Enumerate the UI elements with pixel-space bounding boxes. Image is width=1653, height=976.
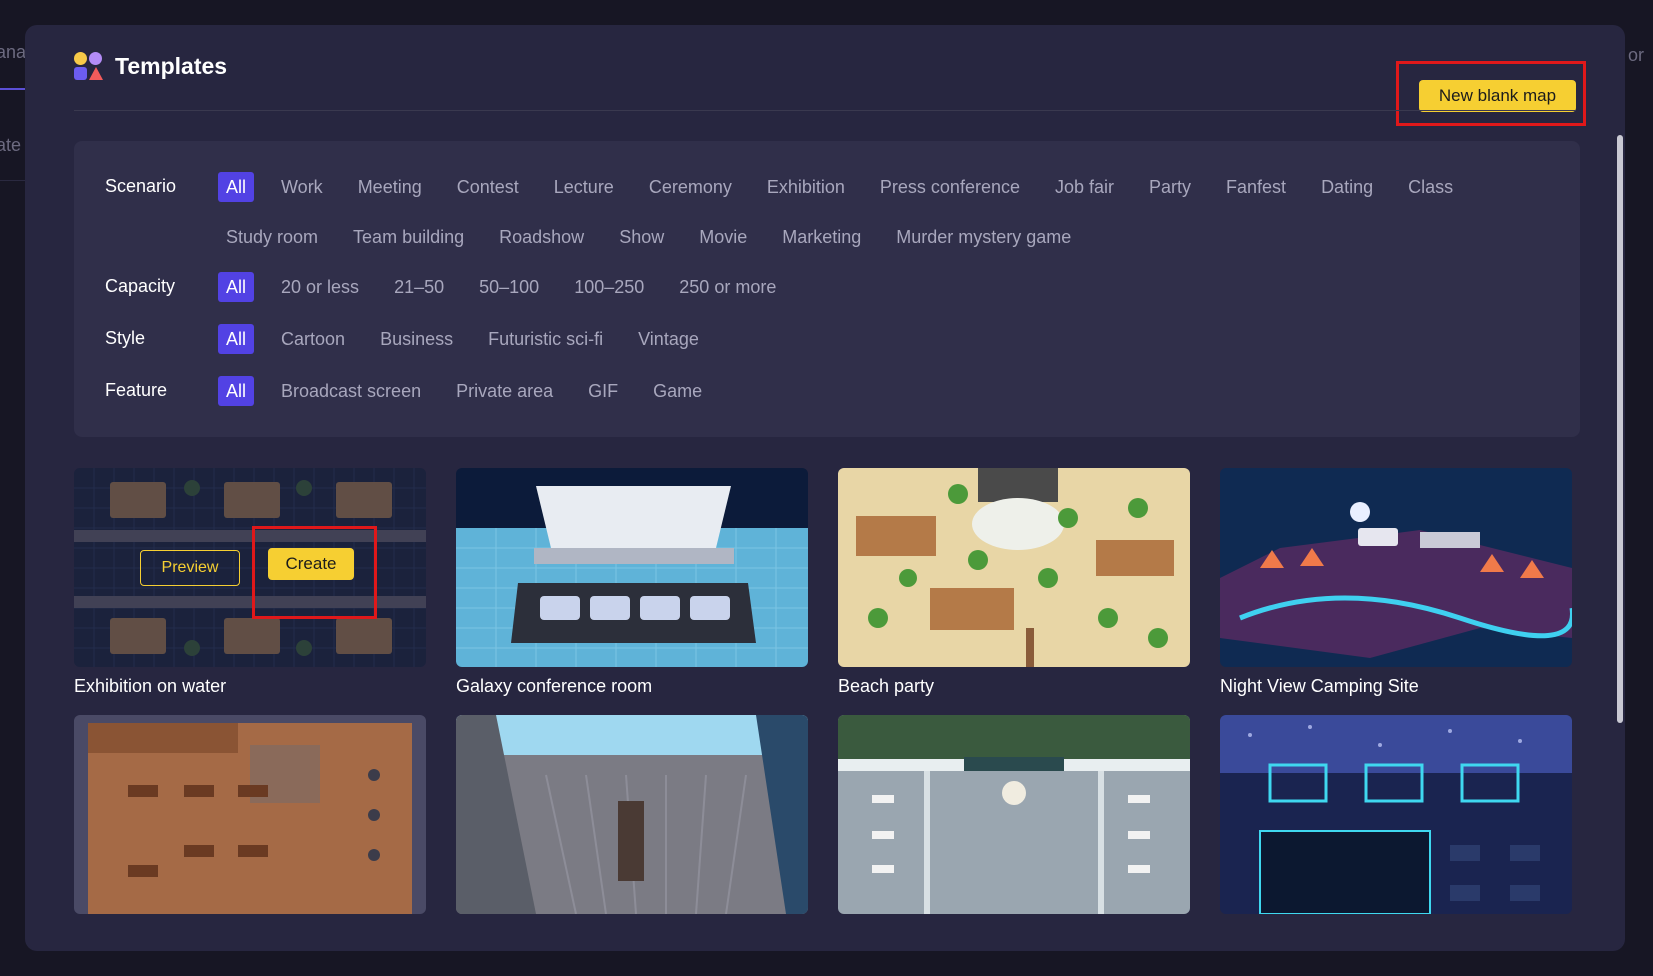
filter-option-gif[interactable]: GIF — [580, 376, 626, 406]
filter-option-team-building[interactable]: Team building — [345, 222, 472, 252]
background-divider — [0, 180, 25, 181]
template-name: Beach party — [838, 676, 935, 696]
templates-modal: Templates New blank map ✕ Scenario All Wo… — [25, 25, 1625, 951]
filter-option-study-room[interactable]: Study room — [218, 222, 326, 252]
filter-option-vintage[interactable]: Vintage — [630, 324, 707, 354]
filter-option-fanfest[interactable]: Fanfest — [1218, 172, 1294, 202]
filter-label-capacity: Capacity — [105, 276, 176, 296]
template-thumbnail[interactable]: Preview Create — [74, 468, 426, 667]
filter-label-feature: Feature — [105, 380, 168, 400]
modal-header: Templates New blank map ✕ — [74, 52, 1586, 126]
modal-title: Templates — [115, 53, 228, 79]
template-thumbnail[interactable] — [838, 468, 1190, 667]
filter-row-scenario-continued: Study room Team building Roadshow Show Movie… — [74, 222, 1580, 258]
filter-label-scenario: Scenario — [105, 176, 177, 196]
filter-option-party[interactable]: Party — [1141, 172, 1199, 202]
filter-row-scenario: Scenario All Work Meeting Contest Lecture Cer… — [74, 172, 1580, 208]
templates-logo-icon — [74, 52, 104, 82]
filter-option-style-all[interactable]: All — [218, 324, 255, 354]
filter-option-feature-all[interactable]: All — [218, 376, 255, 406]
header-divider — [74, 110, 1576, 111]
filter-option-class[interactable]: Class — [1400, 172, 1461, 202]
filter-row-style: Style All Cartoon Business Futuristic sci-f… — [74, 324, 1580, 360]
filter-option-50-100[interactable]: 50–100 — [471, 272, 547, 302]
filter-option-ceremony[interactable]: Ceremony — [641, 172, 740, 202]
preview-button[interactable]: Preview — [140, 550, 240, 586]
template-hover-overlay: Preview Create — [74, 468, 426, 667]
template-name: Night View Camping Site — [1220, 676, 1419, 696]
filter-row-feature: Feature All Broadcast screen Private area G… — [74, 376, 1580, 412]
filter-option-job-fair[interactable]: Job fair — [1047, 172, 1122, 202]
filter-option-100-250[interactable]: 100–250 — [566, 272, 652, 302]
filter-option-marketing[interactable]: Marketing — [774, 222, 869, 252]
template-thumbnail[interactable] — [74, 715, 426, 914]
modal-scrollbar[interactable] — [1617, 135, 1623, 723]
template-thumbnail[interactable] — [1220, 468, 1572, 667]
filter-option-press-conference[interactable]: Press conference — [872, 172, 1028, 202]
template-name: Galaxy conference room — [456, 676, 653, 696]
filter-option-cartoon[interactable]: Cartoon — [273, 324, 353, 354]
filter-option-private-area[interactable]: Private area — [448, 376, 561, 406]
create-button-highlight — [252, 526, 377, 619]
filter-option-contest[interactable]: Contest — [449, 172, 527, 202]
filter-option-scenario-all[interactable]: All — [218, 172, 255, 202]
template-thumbnail[interactable] — [1220, 715, 1572, 914]
template-thumbnail[interactable] — [456, 715, 808, 914]
filter-option-roadshow[interactable]: Roadshow — [491, 222, 592, 252]
filter-option-work[interactable]: Work — [273, 172, 331, 202]
filter-option-broadcast-screen[interactable]: Broadcast screen — [273, 376, 429, 406]
filter-option-movie[interactable]: Movie — [691, 222, 755, 252]
filter-option-21-50[interactable]: 21–50 — [386, 272, 452, 302]
background-text-2: ate — [0, 135, 22, 155]
filter-option-capacity-all[interactable]: All — [218, 272, 255, 302]
filter-option-250-or-more[interactable]: 250 or more — [671, 272, 784, 302]
new-blank-map-button[interactable]: New blank map — [1419, 80, 1576, 112]
filter-option-meeting[interactable]: Meeting — [350, 172, 430, 202]
filter-row-capacity: Capacity All 20 or less 21–50 50–100 100–250… — [74, 272, 1580, 308]
filter-option-exhibition[interactable]: Exhibition — [759, 172, 853, 202]
filter-option-game[interactable]: Game — [645, 376, 710, 406]
background-text-1: ana — [0, 42, 27, 62]
filter-option-business[interactable]: Business — [372, 324, 461, 354]
background-text-3: or — [1628, 45, 1645, 65]
background-tab-underline — [0, 88, 25, 90]
filter-option-show[interactable]: Show — [611, 222, 672, 252]
template-thumbnail[interactable] — [838, 715, 1190, 914]
filter-option-dating[interactable]: Dating — [1313, 172, 1381, 202]
template-name: Exhibition on water — [74, 676, 227, 696]
filter-option-futuristic-sci-fi[interactable]: Futuristic sci-fi — [480, 324, 611, 354]
filter-label-style: Style — [105, 328, 146, 348]
filter-option-20-or-less[interactable]: 20 or less — [273, 272, 367, 302]
filter-option-murder-mystery-game[interactable]: Murder mystery game — [888, 222, 1079, 252]
filter-panel: Scenario All Work Meeting Contest Lecture Cer… — [74, 141, 1580, 437]
filter-option-lecture[interactable]: Lecture — [546, 172, 622, 202]
template-thumbnail[interactable] — [456, 468, 808, 667]
